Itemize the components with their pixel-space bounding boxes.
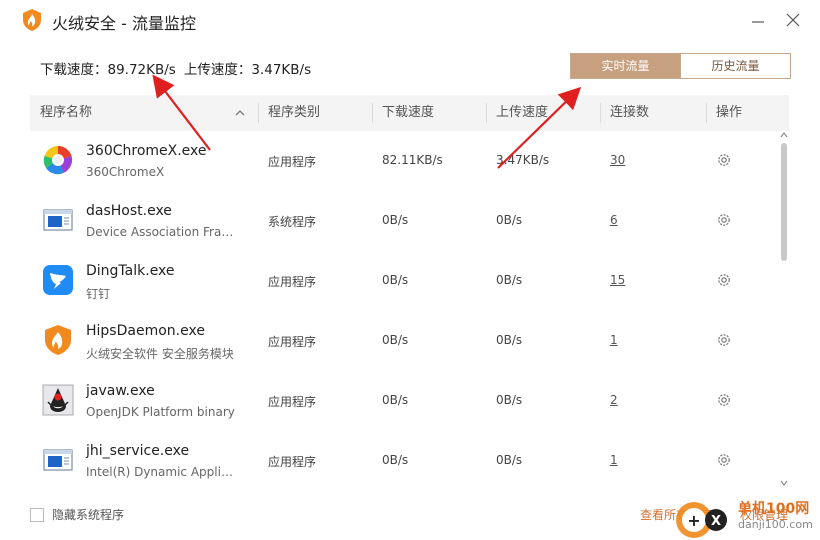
minimize-icon[interactable] bbox=[748, 10, 768, 30]
vertical-scrollbar[interactable] bbox=[779, 131, 789, 491]
upload-speed-label: 上传速度： bbox=[183, 62, 252, 78]
column-header-download-speed[interactable]: 下载速度 bbox=[382, 95, 434, 131]
table-row[interactable]: javaw.exe OpenJDK Platform binary 应用程序 0… bbox=[30, 371, 778, 431]
column-header-program-name[interactable]: 程序名称 bbox=[40, 95, 92, 131]
column-header-actions: 操作 bbox=[716, 105, 743, 120]
watermark-site-url: danji100.com bbox=[738, 518, 813, 531]
watermark-logo-icon: + X bbox=[676, 502, 727, 538]
process-category: 系统程序 bbox=[268, 215, 317, 229]
process-name: DingTalk.exe bbox=[86, 263, 175, 279]
chrome-like-icon bbox=[43, 145, 73, 175]
process-category: 应用程序 bbox=[268, 455, 317, 469]
column-header-connections[interactable]: 连接数 bbox=[610, 95, 649, 131]
chevron-up-icon[interactable] bbox=[780, 131, 788, 139]
tab-history-traffic[interactable]: 历史流量 bbox=[680, 54, 790, 78]
gear-icon[interactable] bbox=[716, 392, 732, 408]
tab-realtime-traffic[interactable]: 实时流量 bbox=[571, 54, 680, 78]
download-speed: 82.11KB/s bbox=[382, 153, 443, 167]
table-row[interactable]: dasHost.exe Device Association Framework… bbox=[30, 191, 778, 251]
window-app-icon bbox=[43, 449, 73, 471]
process-name: jhi_service.exe bbox=[86, 443, 190, 459]
upload-speed: 0B/s bbox=[496, 333, 523, 347]
connection-count-link[interactable]: 30 bbox=[610, 153, 625, 167]
process-name: HipsDaemon.exe bbox=[86, 323, 205, 339]
window-app-icon bbox=[43, 209, 73, 231]
download-speed: 0B/s bbox=[382, 273, 409, 287]
process-name: javaw.exe bbox=[86, 383, 155, 399]
column-divider bbox=[486, 103, 487, 123]
process-name: 360ChromeX.exe bbox=[86, 143, 207, 159]
process-description: OpenJDK Platform binary bbox=[86, 405, 235, 419]
hide-system-programs-label[interactable]: 隐藏系统程序 bbox=[52, 506, 124, 523]
connection-count-link[interactable]: 15 bbox=[610, 273, 625, 287]
window-title: 火绒安全 - 流量监控 bbox=[52, 14, 196, 33]
connection-count-link[interactable]: 6 bbox=[610, 213, 618, 227]
upload-speed: 3.47KB/s bbox=[496, 153, 550, 167]
column-header-category[interactable]: 程序类别 bbox=[268, 95, 320, 131]
watermark-site-name: 单机100网 bbox=[738, 501, 810, 517]
close-icon[interactable] bbox=[783, 10, 803, 30]
sort-ascending-icon[interactable] bbox=[234, 107, 246, 119]
upload-speed: 0B/s bbox=[496, 213, 523, 227]
chevron-down-icon[interactable] bbox=[780, 479, 788, 487]
gear-icon[interactable] bbox=[716, 332, 732, 348]
process-category: 应用程序 bbox=[268, 155, 317, 169]
process-category: 应用程序 bbox=[268, 335, 317, 349]
download-speed: 0B/s bbox=[382, 213, 409, 227]
process-description: 360ChromeX bbox=[86, 165, 165, 179]
download-speed: 0B/s bbox=[382, 333, 409, 347]
upload-speed: 0B/s bbox=[496, 393, 523, 407]
svg-text:+: + bbox=[687, 511, 700, 530]
column-divider bbox=[706, 103, 707, 123]
table-row[interactable]: jhi_service.exe Intel(R) Dynamic Applica… bbox=[30, 431, 778, 491]
gear-icon[interactable] bbox=[716, 152, 732, 168]
table-row[interactable]: 360ChromeX.exe 360ChromeX 应用程序 82.11KB/s… bbox=[30, 131, 778, 191]
huorong-shield-icon bbox=[45, 325, 71, 355]
column-divider bbox=[372, 103, 373, 123]
gear-icon[interactable] bbox=[716, 272, 732, 288]
download-speed: 0B/s bbox=[382, 453, 409, 467]
upload-speed-value: 3.47KB/s bbox=[251, 62, 312, 78]
java-duke-icon bbox=[42, 384, 74, 416]
process-description: 钉钉 bbox=[86, 287, 111, 301]
gear-icon[interactable] bbox=[716, 212, 732, 228]
footer: 隐藏系统程序 查看所有程序 权限管理 + X 单机100网 danji100.c… bbox=[0, 492, 820, 540]
column-divider bbox=[258, 103, 259, 123]
upload-speed: 0B/s bbox=[496, 453, 523, 467]
column-divider bbox=[600, 103, 601, 123]
hide-system-programs-checkbox[interactable] bbox=[30, 508, 44, 522]
download-speed: 0B/s bbox=[382, 393, 409, 407]
connection-count-link[interactable]: 1 bbox=[610, 453, 618, 467]
process-description: Intel(R) Dynamic Application Loader Host… bbox=[86, 465, 238, 479]
process-list: 360ChromeX.exe 360ChromeX 应用程序 82.11KB/s… bbox=[30, 131, 778, 491]
gear-icon[interactable] bbox=[716, 452, 732, 468]
process-name: dasHost.exe bbox=[86, 203, 172, 219]
table-row[interactable]: HipsDaemon.exe 火绒安全软件 安全服务模块 应用程序 0B/s 0… bbox=[30, 311, 778, 371]
connection-count-link[interactable]: 2 bbox=[610, 393, 618, 407]
process-description: 火绒安全软件 安全服务模块 bbox=[86, 347, 234, 361]
connection-count-link[interactable]: 1 bbox=[610, 333, 618, 347]
svg-text:X: X bbox=[711, 514, 721, 529]
process-category: 应用程序 bbox=[268, 275, 317, 289]
scrollbar-thumb[interactable] bbox=[781, 143, 787, 261]
dingtalk-icon bbox=[43, 265, 73, 295]
download-speed-label: 下载速度： bbox=[40, 62, 108, 78]
upload-speed: 0B/s bbox=[496, 273, 523, 287]
title-bar: 火绒安全 - 流量监控 bbox=[0, 0, 820, 40]
table-header: 程序名称 程序类别 下载速度 上传速度 连接数 操作 bbox=[30, 95, 789, 131]
table-row[interactable]: DingTalk.exe 钉钉 应用程序 0B/s 0B/s 15 bbox=[30, 251, 778, 311]
huorong-logo-icon bbox=[23, 9, 41, 31]
traffic-tab-group: 实时流量 历史流量 bbox=[570, 53, 791, 79]
download-speed-value: 89.72KB/s bbox=[107, 62, 176, 78]
speed-summary: 下载速度：89.72KB/s 上传速度：3.47KB/s bbox=[40, 58, 311, 78]
process-description: Device Association Framework Provider Ho… bbox=[86, 225, 238, 239]
process-category: 应用程序 bbox=[268, 395, 317, 409]
column-header-upload-speed[interactable]: 上传速度 bbox=[496, 95, 548, 131]
